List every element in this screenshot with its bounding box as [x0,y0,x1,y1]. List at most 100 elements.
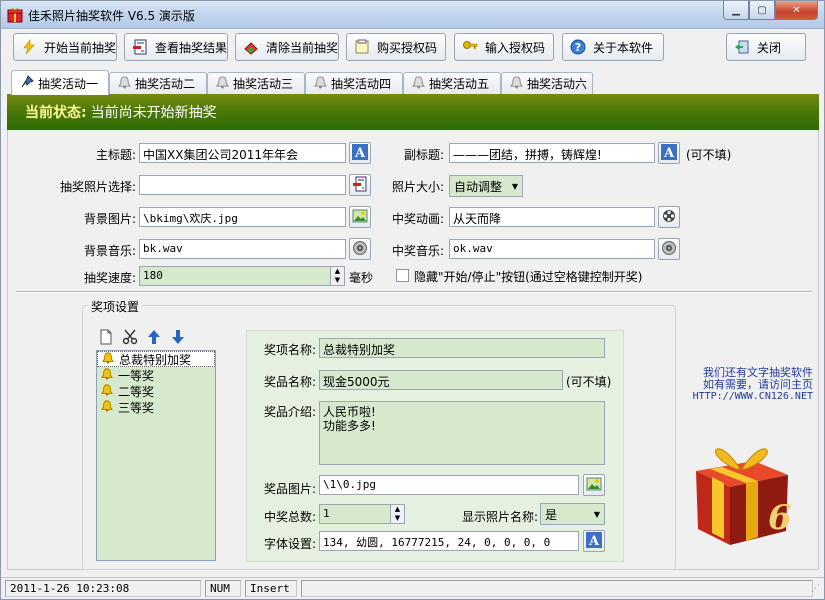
resize-grip-icon[interactable]: ⋰ [811,584,820,594]
win-music-input[interactable]: ok.wav [449,239,655,259]
promo-line: 如有需要，请访问主页 [703,378,813,391]
prize-list[interactable]: 总裁特别加奖 一等奖 二等奖 三等奖 [96,350,216,561]
buy-code-label: 购买授权码 [377,40,438,55]
bell-icon [101,383,113,399]
spin-up-icon[interactable]: ▲ [391,505,404,514]
list-item[interactable]: 二等奖 [97,383,215,399]
move-down-icon[interactable] [170,329,186,348]
bell-icon [510,75,523,92]
tab-activity-4[interactable]: 抽奖活动四 [305,72,403,94]
spin-up-icon[interactable]: ▲ [331,267,344,276]
view-results-label: 查看抽奖结果 [155,40,228,55]
bell-icon [102,351,114,367]
close-app-button[interactable]: 关闭 [726,33,806,61]
spin-down-icon[interactable]: ▼ [331,276,344,285]
bg-music-label: 背景音乐: [83,244,136,258]
maximize-button[interactable]: ▢ [749,1,775,20]
enter-code-button[interactable]: 输入授权码 [454,33,554,61]
status-label: 当前状态: [25,105,87,121]
photo-select-input[interactable] [139,175,346,195]
list-item-label: 总裁特别加奖 [119,352,192,367]
sub-title-optional-hint: (可不填) [686,148,732,162]
lightning-icon [20,38,38,56]
sub-title-font-button[interactable]: A [658,142,680,164]
tab-activity-3[interactable]: 抽奖活动三 [207,72,305,94]
start-draw-button[interactable]: 开始当前抽奖 [13,33,117,61]
document-icon [353,38,371,56]
font-a-icon: A [352,143,368,163]
win-music-label: 中奖音乐: [391,244,444,258]
font-settings-input[interactable]: 134, 幼圆, 16777215, 24, 0, 0, 0, 0 [319,531,579,551]
sub-title-input[interactable]: ———团结，拼搏，铸辉煌! [449,143,655,163]
list-item[interactable]: 总裁特别加奖 [97,351,215,367]
new-document-icon[interactable] [98,329,114,348]
prize-image-input[interactable]: \1\0.jpg [319,475,579,495]
clear-draw-button[interactable]: 清除当前抽奖 [235,33,339,61]
font-settings-label: 字体设置: [263,537,316,551]
title-bar: 佳禾照片抽奖软件 V6.5 演示版 ▁ ▢ ✕ [1,1,824,29]
list-item-label: 三等奖 [118,400,155,415]
film-icon [661,208,677,227]
hide-start-stop-checkbox[interactable] [396,269,409,282]
close-icon: ✕ [792,4,801,16]
prize-name-input[interactable]: 总裁特别加奖 [319,338,605,358]
svg-text:6: 6 [768,498,792,538]
eraser-icon [242,38,260,56]
prize-item-label: 奖品名称: [263,375,316,389]
dropdown-arrow-icon: ▼ [593,509,600,519]
about-button[interactable]: ? 关于本软件 [562,33,664,61]
svg-text:A: A [588,534,600,548]
tab-activity-6[interactable]: 抽奖活动六 [501,72,593,94]
speed-spinner[interactable]: ▲ ▼ [330,267,344,285]
win-anim-label: 中奖动画: [391,212,444,226]
prize-item-input[interactable]: 现金5000元 [319,370,563,390]
results-icon [131,38,149,56]
minimize-button[interactable]: ▁ [723,1,749,20]
list-item[interactable]: 一等奖 [97,367,215,383]
tab-activity-2[interactable]: 抽奖活动二 [109,72,207,94]
main-title-label: 主标题: [95,148,136,162]
window-controls: ▁ ▢ ✕ [723,1,818,21]
tab-activity-5[interactable]: 抽奖活动五 [403,72,501,94]
show-photo-name-select[interactable]: 是 ▼ [540,503,605,525]
main-title-input[interactable]: 中国XX集团公司2011年年会 [139,143,346,163]
spin-down-icon[interactable]: ▼ [391,514,404,523]
svg-text:A: A [354,146,366,160]
scissors-icon[interactable] [122,329,138,348]
tab-label: 抽奖活动一 [38,76,99,91]
enter-code-label: 输入授权码 [485,40,546,55]
start-draw-label: 开始当前抽奖 [44,40,117,55]
prize-intro-line: 人民币啦! [323,405,376,419]
photo-size-select[interactable]: 自动调整 ▼ [449,175,523,197]
insert-mode-cell: Insert [245,580,297,597]
move-up-icon[interactable] [146,329,162,348]
bg-image-input[interactable]: \bkimg\欢庆.jpg [139,207,346,227]
bg-music-input[interactable]: bk.wav [139,239,346,259]
promo-text: 我们还有文字抽奖软件 如有需要，请访问主页 HTTP://WWW.CN126.N… [683,367,813,403]
speed-input[interactable]: 180 [139,266,345,286]
speaker-icon [661,240,677,259]
promo-url[interactable]: HTTP://WWW.CN126.NET [683,391,813,403]
win-anim-settings-button[interactable] [658,206,680,228]
win-anim-input[interactable]: 从天而降 [449,207,655,227]
close-window-button[interactable]: ✕ [775,1,818,20]
win-count-spinner[interactable]: ▲ ▼ [390,505,404,523]
list-item[interactable]: 三等奖 [97,399,215,415]
bottom-status-bar: 2011-1-26 10:23:08 NUM Insert ⋰ [1,577,824,599]
view-results-button[interactable]: 查看抽奖结果 [124,33,228,61]
win-music-browse-button[interactable] [658,238,680,260]
bell-icon [101,399,113,415]
tab-activity-1[interactable]: 抽奖活动一 [11,70,109,95]
close-app-label: 关闭 [757,40,782,55]
photo-size-label: 照片大小: [391,180,444,194]
activity-tabs: 抽奖活动一 抽奖活动二 抽奖活动三 抽奖活动四 抽奖活动五 抽奖活动六 [11,70,821,95]
font-settings-button[interactable]: A [583,530,605,552]
hide-start-stop-label: 隐藏"开始/停止"按钮(通过空格键控制开奖) [414,270,643,284]
list-item-label: 一等奖 [118,368,155,383]
section-divider [16,291,812,293]
tab-label: 抽奖活动四 [331,77,392,91]
prize-image-browse-button[interactable] [583,474,605,496]
key-icon [461,38,479,56]
prize-intro-textarea[interactable]: 人民币啦! 功能多多! [319,401,605,465]
buy-code-button[interactable]: 购买授权码 [346,33,446,61]
